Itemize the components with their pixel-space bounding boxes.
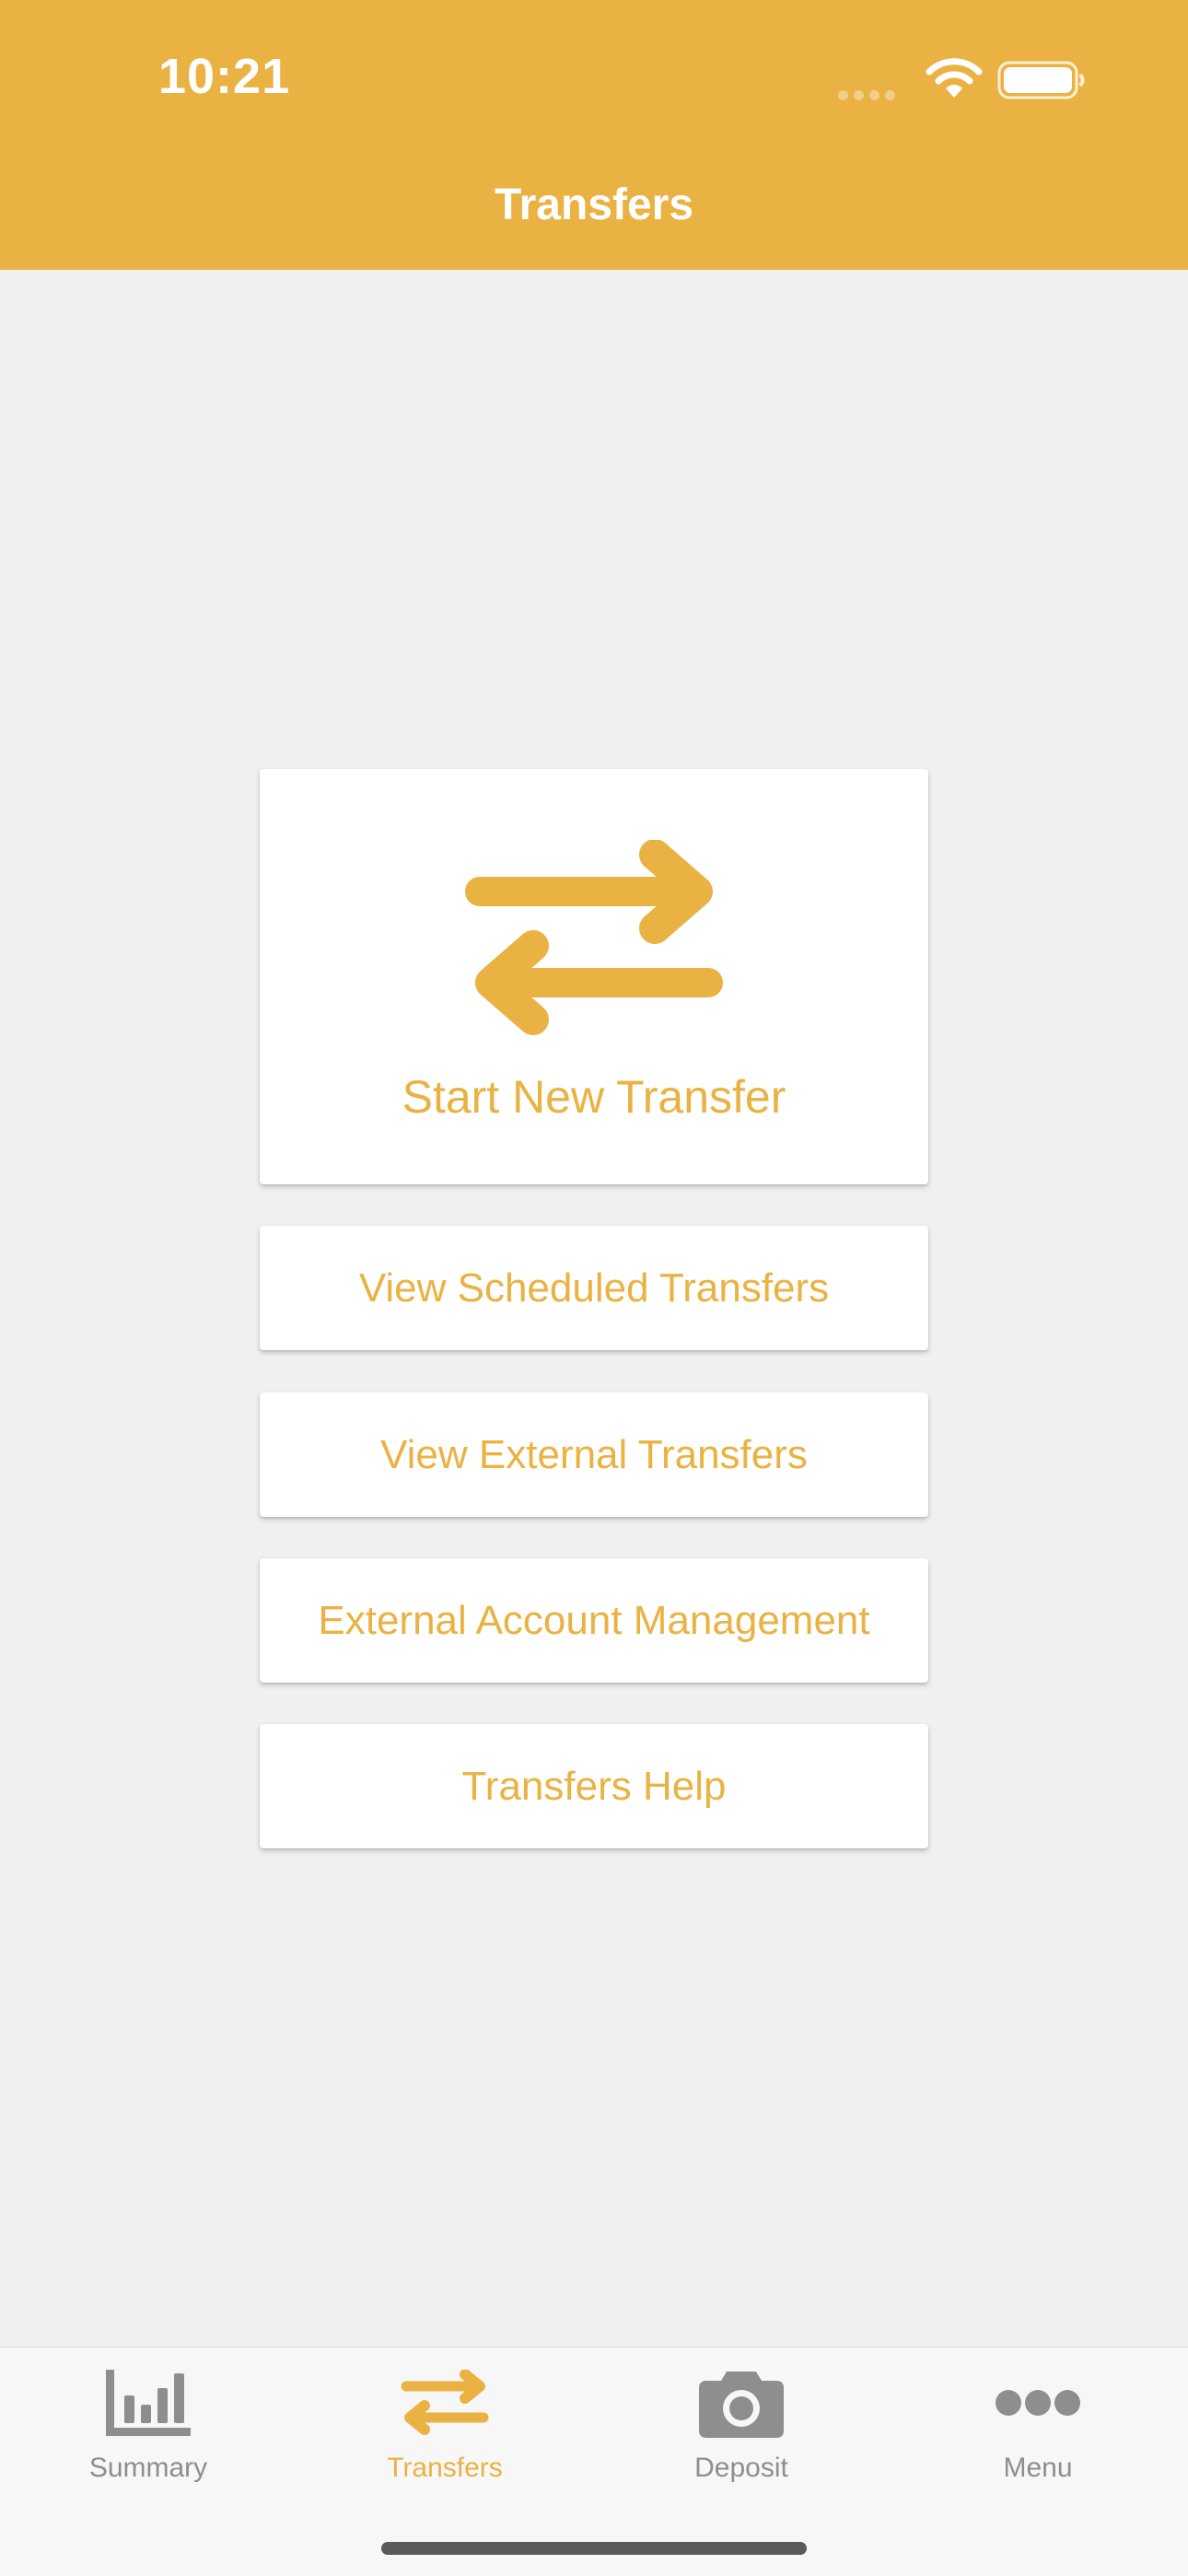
home-indicator[interactable] [381,2542,807,2555]
view-external-transfers-button[interactable]: View External Transfers [260,1393,928,1517]
wifi-icon [926,58,983,98]
view-scheduled-transfers-button[interactable]: View Scheduled Transfers [260,1226,928,1350]
transfer-arrows-icon [401,2366,489,2440]
tab-transfers-label: Transfers [387,2453,503,2483]
start-new-transfer-label: Start New Transfer [402,1070,786,1123]
battery-icon [997,61,1085,99]
tab-menu-label: Menu [1003,2453,1073,2483]
tab-transfers[interactable]: Transfers [297,2348,593,2504]
cellular-signal-icon [838,88,901,105]
tab-summary[interactable]: Summary [0,2348,297,2504]
external-account-management-button[interactable]: External Account Management [260,1558,928,1683]
tab-deposit[interactable]: Deposit [593,2348,890,2504]
status-indicators [838,57,1087,101]
tab-deposit-label: Deposit [694,2453,788,2483]
camera-icon [699,2366,784,2440]
status-time: 10:21 [158,49,291,104]
more-dots-icon [996,2366,1080,2440]
transfers-help-button[interactable]: Transfers Help [260,1724,928,1848]
start-new-transfer-button[interactable]: Start New Transfer [260,769,928,1184]
tab-menu[interactable]: Menu [890,2348,1186,2504]
app-header: 10:21 Transfers [0,0,1188,270]
page-title: Transfers [494,181,694,229]
transfer-arrows-icon [465,839,723,1035]
tab-summary-label: Summary [88,2453,208,2483]
bar-chart-icon [106,2366,191,2440]
